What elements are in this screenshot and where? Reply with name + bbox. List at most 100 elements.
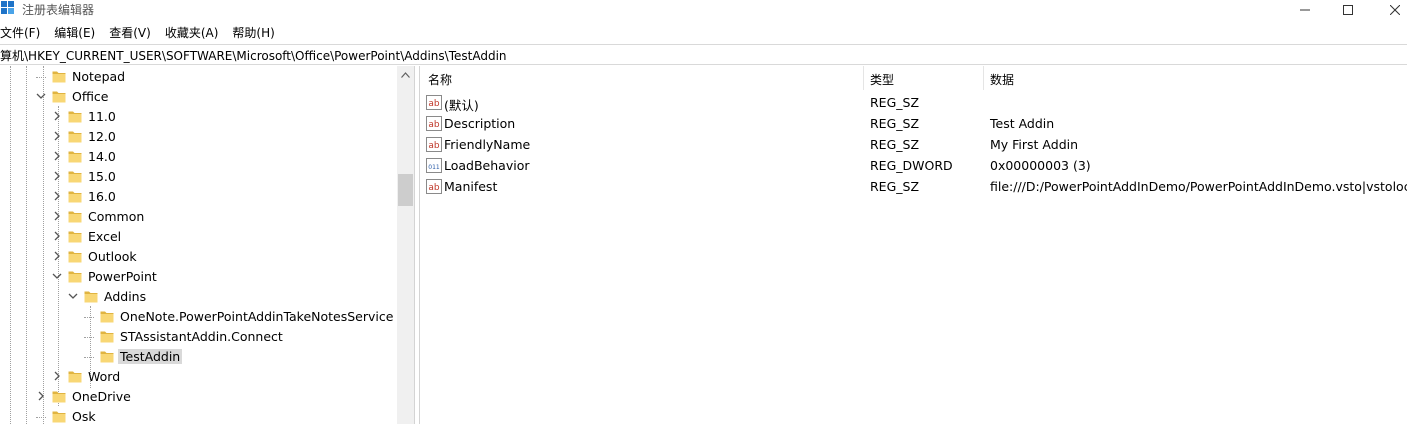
chevron-down-icon[interactable] [36, 91, 46, 101]
tree-item-label[interactable]: 11.0 [88, 109, 116, 124]
maximize-button[interactable] [1325, 0, 1371, 20]
chevron-right-icon[interactable] [52, 191, 62, 201]
close-button[interactable] [1372, 0, 1407, 20]
tree-item[interactable]: STAssistantAddin.Connect [0, 327, 400, 347]
value-row[interactable]: 011 LoadBehavior REG_DWORD 0x00000003 (3) [420, 155, 1407, 176]
value-row[interactable]: ab FriendlyName REG_SZ My First Addin [420, 134, 1407, 155]
chevron-right-icon[interactable] [52, 151, 62, 161]
tree-item-label[interactable]: OneNote.PowerPointAddinTakeNotesService [120, 309, 393, 324]
tree-item-label[interactable]: TestAddin [118, 349, 183, 364]
string-value-icon: ab [426, 137, 442, 152]
chevron-right-icon[interactable] [52, 231, 62, 241]
tree-item-label[interactable]: OneDrive [72, 389, 131, 404]
tree-item-label[interactable]: Office [72, 89, 109, 104]
tree-guide-line [84, 357, 94, 358]
tree-item-label[interactable]: Notepad [72, 69, 125, 84]
chevron-right-icon[interactable] [36, 391, 46, 401]
tree-item-label[interactable]: Osk [72, 409, 96, 424]
tree-item-label[interactable]: Excel [88, 229, 121, 244]
key-tree[interactable]: Notepad Office 11.0 12.0 14.0 15.0 16.0 Common E… [0, 66, 414, 424]
tree-item-label[interactable]: STAssistantAddin.Connect [120, 329, 283, 344]
tree-item-label[interactable]: 14.0 [88, 149, 116, 164]
folder-icon [68, 271, 82, 283]
title-bar: 注册表编辑器 [0, 0, 1407, 20]
tree-item-label[interactable]: 15.0 [88, 169, 116, 184]
tree-item[interactable]: Word [0, 367, 400, 387]
tree-item-label[interactable]: Common [88, 209, 144, 224]
tree-item[interactable]: TestAddin [0, 347, 400, 367]
tree-item[interactable]: 16.0 [0, 187, 400, 207]
chevron-right-icon[interactable] [52, 211, 62, 221]
tree-item[interactable]: 15.0 [0, 167, 400, 187]
menu-bar: 文件(F) 编辑(E) 查看(V) 收藏夹(A) 帮助(H) [0, 22, 1407, 42]
tree-guide-line [84, 337, 94, 338]
tree-item[interactable]: Office [0, 87, 400, 107]
folder-icon [100, 311, 114, 323]
folder-icon [52, 71, 66, 83]
svg-text:011: 011 [428, 164, 440, 171]
menu-edit[interactable]: 编辑(E) [54, 22, 95, 42]
svg-text:ab: ab [428, 99, 440, 109]
column-separator[interactable] [863, 66, 864, 90]
address-path[interactable]: 计算机\HKEY_CURRENT_USER\SOFTWARE\Microsoft… [0, 47, 507, 64]
regedit-icon [1, 1, 14, 14]
menu-help[interactable]: 帮助(H) [232, 22, 274, 42]
tree-item-label[interactable]: PowerPoint [88, 269, 157, 284]
value-row[interactable]: ab Description REG_SZ Test Addin [420, 113, 1407, 134]
tree-item[interactable]: Addins [0, 287, 400, 307]
tree-item[interactable]: Common [0, 207, 400, 227]
chevron-right-icon[interactable] [52, 171, 62, 181]
chevron-right-icon[interactable] [52, 251, 62, 261]
tree-item[interactable]: Osk [0, 407, 400, 424]
value-row[interactable]: ab Manifest REG_SZ file:///D:/PowerPointAdd… [420, 176, 1407, 197]
chevron-down-icon[interactable] [52, 271, 62, 281]
minimize-button[interactable] [1282, 0, 1328, 20]
value-row[interactable]: ab (默认) REG_SZ [420, 92, 1407, 113]
column-header-type[interactable]: 类型 [870, 66, 894, 90]
minimize-icon [1300, 9, 1310, 11]
window-title: 注册表编辑器 [22, 3, 95, 17]
tree-item[interactable]: 14.0 [0, 147, 400, 167]
tree-item-label[interactable]: Addins [104, 289, 146, 304]
tree-item[interactable]: Outlook [0, 247, 400, 267]
tree-item[interactable]: 11.0 [0, 107, 400, 127]
tree-item-label[interactable]: Outlook [88, 249, 137, 264]
chevron-right-icon[interactable] [52, 111, 62, 121]
menu-favorites[interactable]: 收藏夹(A) [165, 22, 219, 42]
folder-icon [68, 151, 82, 163]
menu-file[interactable]: 文件(F) [0, 22, 40, 42]
tree-guide-line [36, 77, 46, 78]
scroll-thumb[interactable] [398, 174, 413, 206]
tree-scrollbar[interactable] [397, 66, 414, 424]
tree-item[interactable]: 12.0 [0, 127, 400, 147]
folder-icon [100, 351, 114, 363]
tree-item-label[interactable]: 12.0 [88, 129, 116, 144]
tree-item[interactable]: OneNote.PowerPointAddinTakeNotesService [0, 307, 400, 327]
column-header-data[interactable]: 数据 [990, 66, 1014, 90]
chevron-right-icon[interactable] [52, 131, 62, 141]
svg-text:ab: ab [428, 120, 440, 130]
folder-icon [68, 371, 82, 383]
tree-item[interactable]: PowerPoint [0, 267, 400, 287]
value-name: LoadBehavior [444, 158, 530, 173]
tree-item[interactable]: OneDrive [0, 387, 400, 407]
scroll-up-button[interactable] [397, 66, 414, 83]
chevron-down-icon[interactable] [68, 291, 78, 301]
values-list[interactable]: 名称 类型 数据 ab (默认) REG_SZ ab Description REG_SZ… [420, 66, 1407, 424]
column-separator[interactable] [983, 66, 984, 90]
folder-icon [84, 291, 98, 303]
tree-item[interactable]: Excel [0, 227, 400, 247]
menu-view[interactable]: 查看(V) [109, 22, 151, 42]
string-value-icon: ab [426, 179, 442, 194]
tree-item-label[interactable]: Word [88, 369, 120, 384]
tree-item-label[interactable]: 16.0 [88, 189, 116, 204]
value-data: My First Addin [990, 137, 1079, 152]
column-header-name[interactable]: 名称 [428, 66, 452, 90]
value-data: file:///D:/PowerPointAddInDemo/PowerPoin… [990, 179, 1407, 194]
address-bar[interactable]: 计算机\HKEY_CURRENT_USER\SOFTWARE\Microsoft… [0, 44, 1407, 65]
chevron-right-icon[interactable] [52, 371, 62, 381]
value-type: REG_SZ [870, 137, 920, 152]
maximize-icon [1343, 5, 1353, 15]
tree-item[interactable]: Notepad [0, 67, 400, 87]
folder-icon [68, 231, 82, 243]
